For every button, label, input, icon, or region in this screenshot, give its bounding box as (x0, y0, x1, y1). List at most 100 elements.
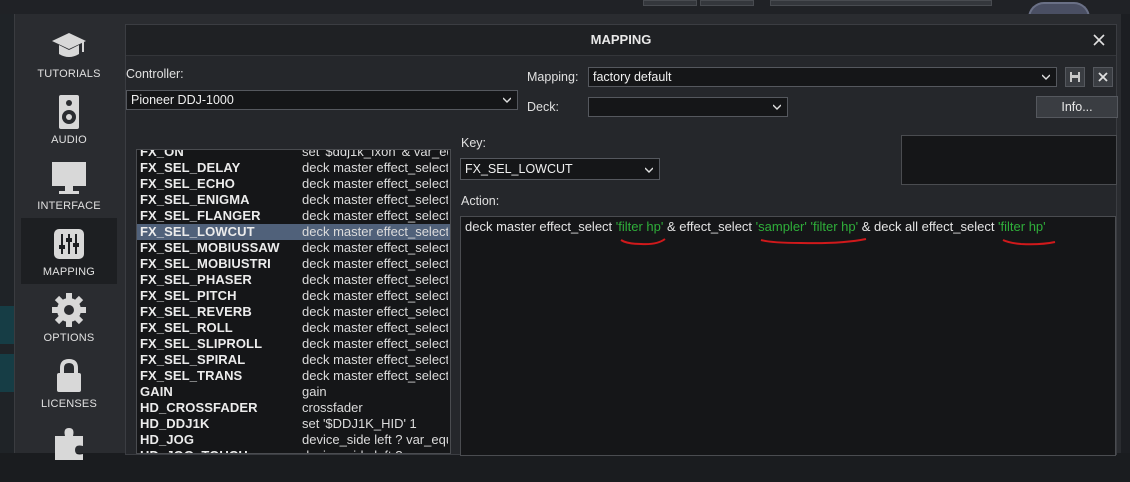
key-list-row[interactable]: FX_ON set '$ddj1k_fxon' & var_eq (137, 149, 450, 160)
sidebar-item-licenses[interactable]: LICENSES (21, 350, 117, 416)
info-button[interactable]: Info... (1036, 96, 1118, 118)
key-list[interactable]: HD_SHIFTshiftHD_JOG_TOUCHdevice_side lef… (136, 149, 451, 454)
annotation-underlines (620, 238, 1056, 246)
settings-window: TUTORIALS AUDIO INTERFACE MAPPING OPTION… (14, 14, 1121, 460)
background-block (0, 306, 14, 344)
sidebar-item-interface[interactable]: INTERFACE (21, 152, 117, 218)
close-icon[interactable] (1090, 31, 1108, 49)
sliders-icon (54, 229, 84, 259)
sidebar-item-label: TUTORIALS (37, 68, 101, 80)
close-icon (1098, 72, 1108, 82)
key-action: deck master effect_select (302, 336, 448, 351)
key-name: HD_DDJ1K (140, 416, 210, 431)
sidebar-item-tutorials[interactable]: TUTORIALS (21, 20, 117, 86)
chevron-down-icon (773, 104, 781, 110)
controller-label: Controller: (126, 67, 184, 81)
key-name: HD_JOG_TOUCH (140, 448, 248, 453)
delete-mapping-button[interactable] (1093, 67, 1113, 87)
mapping-label: Mapping: (527, 70, 579, 84)
key-name: FX_SEL_FLANGER (140, 208, 261, 223)
key-action: gain (302, 384, 327, 399)
key-action: deck master effect_select (302, 304, 448, 319)
sidebar-item-label: AUDIO (51, 134, 87, 146)
key-name: HD_JOG (140, 432, 195, 447)
key-action: set '$ddj1k_fxon' & var_eq (302, 149, 448, 159)
background-button (643, 0, 697, 6)
mapping-dialog: MAPPING Controller: Pioneer DDJ-1000 Map… (125, 24, 1118, 456)
gear-icon (52, 293, 86, 327)
key-dropdown[interactable]: FX_SEL_LOWCUT (460, 158, 660, 180)
key-list-row[interactable]: GAIN gain (137, 384, 450, 400)
key-action: device_side left ? var_equ (302, 448, 448, 453)
sidebar-item-label: INTERFACE (37, 200, 101, 212)
key-name: FX_SEL_SLIPROLL (140, 336, 263, 351)
key-list-row[interactable]: FX_SEL_LOWCUT deck master effect_select (137, 224, 450, 240)
key-action: deck master effect_select (302, 352, 448, 367)
speaker-icon (59, 95, 79, 129)
chevron-down-icon (1042, 74, 1050, 80)
sidebar-item-label: OPTIONS (43, 332, 95, 344)
key-name: FX_SEL_MOBIUSTRI (140, 256, 271, 271)
key-list-row[interactable]: FX_SEL_ECHO deck master effect_select (137, 176, 450, 192)
key-list-row[interactable]: HD_JOG device_side left ? var_equ (137, 432, 450, 448)
action-editor[interactable]: deck master effect_select 'filter hp' & … (460, 216, 1116, 456)
key-list-row[interactable]: FX_SEL_FLANGER deck master effect_select (137, 208, 450, 224)
key-list-row[interactable]: FX_SEL_MOBIUSTRI deck master effect_selec… (137, 256, 450, 272)
key-action: deck master effect_select (302, 224, 448, 239)
key-list-row[interactable]: FX_SEL_REVERB deck master effect_select (137, 304, 450, 320)
key-list-row[interactable]: FX_SEL_SLIPROLL deck master effect_select (137, 336, 450, 352)
key-list-row[interactable]: HD_JOG_TOUCH device_side left ? var_equ (137, 448, 450, 453)
chevron-down-icon (645, 167, 653, 173)
key-list-row[interactable]: FX_SEL_ENIGMA deck master effect_select (137, 192, 450, 208)
key-action: set '$DDJ1K_HID' 1 (302, 416, 417, 431)
mapping-value: factory default (593, 70, 672, 84)
sidebar-item-audio[interactable]: AUDIO (21, 86, 117, 152)
sidebar-item-label: LICENSES (40, 398, 97, 410)
key-name: FX_SEL_TRANS (140, 368, 243, 383)
key-preview-box (901, 135, 1117, 185)
key-list-row[interactable]: HD_DDJ1K set '$DDJ1K_HID' 1 (137, 416, 450, 432)
key-list-row[interactable]: FX_SEL_SPIRAL deck master effect_select (137, 352, 450, 368)
key-action: deck master effect_select (302, 176, 448, 191)
key-action: deck master effect_select (302, 272, 448, 287)
key-action: crossfader (302, 400, 363, 415)
key-name: FX_SEL_ROLL (140, 320, 233, 335)
dialog-title: MAPPING (126, 25, 1116, 56)
graduation-cap-icon (52, 33, 86, 57)
background-top-bar (0, 0, 1130, 14)
key-action: deck master effect_select (302, 256, 448, 271)
sidebar-item-label: MAPPING (42, 266, 96, 278)
key-action: deck master effect_select (302, 192, 448, 207)
puzzle-icon (55, 428, 83, 460)
deck-dropdown[interactable] (588, 97, 788, 117)
key-action: deck master effect_select (302, 240, 448, 255)
key-list-row[interactable]: FX_SEL_DELAY deck master effect_select (137, 160, 450, 176)
key-list-row[interactable]: FX_SEL_MOBIUSSAW deck master effect_selec… (137, 240, 450, 256)
key-name: FX_SEL_ECHO (140, 176, 236, 191)
sidebar-item-mapping[interactable]: MAPPING (21, 218, 117, 284)
controller-dropdown[interactable]: Pioneer DDJ-1000 (126, 90, 518, 110)
key-list-row[interactable]: HD_CROSSFADER crossfader (137, 400, 450, 416)
key-list-row[interactable]: FX_SEL_PHASER deck master effect_select (137, 272, 450, 288)
mapping-dropdown[interactable]: factory default (588, 67, 1057, 87)
sidebar-item-extensions[interactable] (21, 416, 117, 482)
key-name: HD_CROSSFADER (140, 400, 258, 415)
key-list-row[interactable]: FX_SEL_TRANS deck master effect_select (137, 368, 450, 384)
save-icon (1070, 72, 1080, 82)
settings-sidebar: TUTORIALS AUDIO INTERFACE MAPPING OPTION… (15, 14, 119, 460)
background-block (0, 354, 14, 392)
key-list-row[interactable]: FX_SEL_PITCH deck master effect_select (137, 288, 450, 304)
background-button (770, 0, 992, 6)
key-action: deck master effect_select (302, 208, 448, 223)
key-list-row[interactable]: FX_SEL_ROLL deck master effect_select (137, 320, 450, 336)
action-label: Action: (461, 194, 500, 208)
background-left-column (0, 14, 14, 453)
key-name: FX_SEL_PHASER (140, 272, 252, 287)
sidebar-item-options[interactable]: OPTIONS (21, 284, 117, 350)
controller-value: Pioneer DDJ-1000 (131, 93, 234, 107)
key-name: FX_SEL_DELAY (140, 160, 241, 175)
key-value: FX_SEL_LOWCUT (465, 162, 573, 176)
key-name: FX_SEL_LOWCUT (140, 224, 255, 239)
key-action: deck master effect_select (302, 288, 448, 303)
save-mapping-button[interactable] (1065, 67, 1085, 87)
